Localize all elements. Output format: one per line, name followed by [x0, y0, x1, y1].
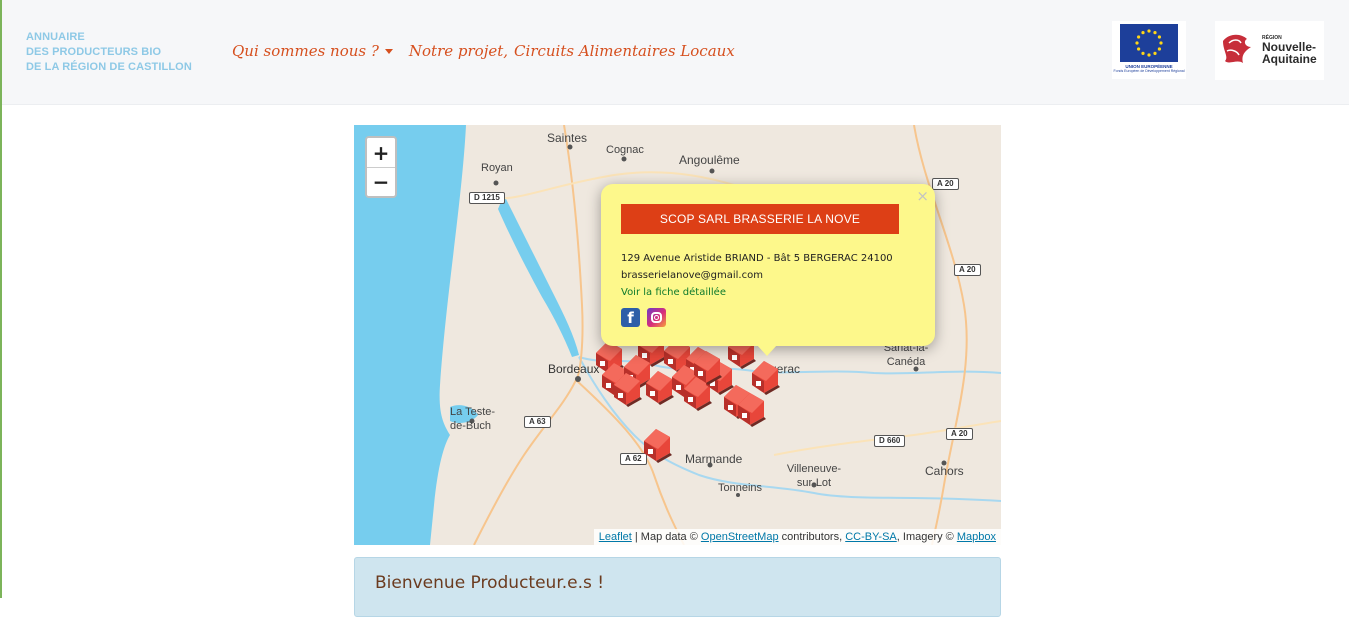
eu-flag-icon [1120, 24, 1178, 62]
place-label: Angoulême [679, 153, 740, 167]
top-navbar: ANNUAIRE DES PRODUCTEURS BIO DE LA RÉGIO… [2, 0, 1349, 105]
brand-line-2: DES PRODUCTEURS BIO [26, 46, 162, 58]
road-label: A 20 [946, 428, 973, 440]
detail-sheet-link[interactable]: Voir la fiche détaillée [621, 287, 726, 298]
openstreetmap-link[interactable]: OpenStreetMap [701, 531, 779, 543]
mapbox-link[interactable]: Mapbox [957, 531, 996, 543]
instagram-icon[interactable] [647, 308, 666, 327]
place-label: Cahors [925, 464, 964, 478]
nav-circuits-label: Circuits Alimentaires Locaux [514, 42, 735, 60]
place-label: Marmande [685, 452, 743, 466]
place-label: Tonneins [718, 482, 763, 494]
road-label: A 62 [620, 453, 647, 465]
eu-caption: UNION EUROPÉENNE Fonds Européen de Dével… [1113, 64, 1185, 73]
welcome-panel: Bienvenue Producteur.e.s ! [354, 557, 1001, 617]
place-label: Bordeaux [548, 362, 600, 376]
region-nouvelle-aquitaine-logo: RÉGION Nouvelle- Aquitaine [1215, 21, 1324, 80]
producer-address: 129 Avenue Aristide BRIAND - Bât 5 BERGE… [621, 253, 893, 264]
nav-qui-sommes-nous-label: Qui sommes nous ? [232, 42, 379, 60]
road-label: D 1215 [469, 192, 505, 204]
attribution-text: contributors, [781, 531, 843, 543]
producer-email: brasserielanove@gmail.com [621, 270, 763, 281]
road-label: D 660 [874, 435, 906, 447]
main-nav: Qui sommes nous ? Notre projet, Circuits… [232, 42, 735, 60]
place-label: La Teste-de-Buch [450, 406, 496, 432]
chevron-down-icon [384, 49, 393, 54]
attribution-text: | Map data © [634, 531, 698, 543]
license-link[interactable]: CC-BY-SA [845, 531, 897, 543]
place-label: Bergerac [772, 362, 800, 376]
brand-line-1: ANNUAIRE [26, 31, 85, 43]
facebook-icon[interactable]: f [621, 308, 640, 327]
road-label: A 20 [932, 178, 959, 190]
popup-close-button[interactable]: × [916, 187, 929, 205]
attribution-text: , Imagery © [896, 531, 954, 543]
brand-line-3: DE LA RÉGION DE CASTILLON [26, 61, 192, 73]
place-label: Villeneuve-sur-Lot [786, 463, 842, 489]
welcome-title: Bienvenue Producteur.e.s ! [375, 573, 605, 593]
region-name: RÉGION Nouvelle- Aquitaine [1262, 35, 1317, 66]
zoom-in-button[interactable]: + [367, 138, 395, 167]
place-label: Saintes [547, 131, 588, 145]
site-brand-logo[interactable]: ANNUAIRE DES PRODUCTEURS BIO DE LA RÉGIO… [26, 30, 206, 75]
nav-notre-projet[interactable]: Notre projet, Circuits Alimentaires Loca… [409, 42, 735, 60]
nav-qui-sommes-nous[interactable]: Qui sommes nous ? [232, 42, 393, 60]
road-label: A 20 [954, 264, 981, 276]
nav-notre-projet-label: Notre projet, [408, 42, 509, 60]
producer-name-header: SCOP SARL BRASSERIE LA NOVE [621, 204, 899, 234]
map-attribution: Leaflet | Map data © OpenStreetMap contr… [593, 529, 1001, 545]
producers-map[interactable]: D 1215 A 20 A 20 A 63 A 62 D 660 A 20 Sa… [354, 125, 1001, 545]
zoom-out-button[interactable]: − [367, 167, 395, 196]
eu-logo: UNION EUROPÉENNE Fonds Européen de Dével… [1112, 21, 1186, 79]
place-label: Cognac [606, 144, 644, 156]
place-label: Royan [481, 162, 513, 174]
popup-tip [757, 345, 777, 356]
leaflet-link[interactable]: Leaflet [599, 531, 632, 543]
producer-popup: × SCOP SARL BRASSERIE LA NOVE 129 Avenue… [601, 184, 935, 346]
map-zoom-control: + − [365, 136, 397, 198]
road-label: A 63 [524, 416, 551, 428]
